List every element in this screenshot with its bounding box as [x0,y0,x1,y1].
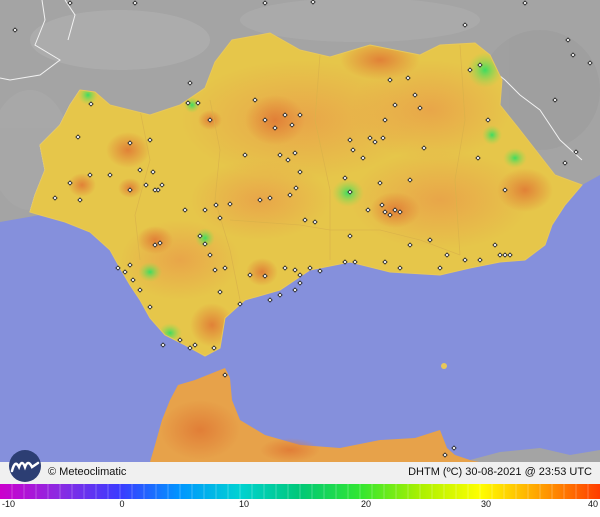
scale-tick-label: 0 [119,499,125,509]
scale-tick-label: -10 [2,499,16,509]
scale-tick-label: 20 [360,499,372,509]
meteoclimatic-logo-icon[interactable] [5,449,45,488]
temperature-map: © Meteoclimatic DHTM (ºC) 30-08-2021 @ 2… [0,0,600,517]
scale-tick-label: 40 [587,499,598,509]
map-canvas [0,0,600,484]
alboran-island [441,363,447,369]
temperature-color-scale [0,484,600,499]
map-info-label: DHTM (ºC) 30-08-2021 @ 23:53 UTC [408,466,592,478]
credit-label[interactable]: © Meteoclimatic [48,466,126,478]
scale-tick-label: 10 [238,499,250,509]
scale-labels: -10 0 10 20 30 40 [0,499,600,517]
scale-tick-label: 30 [480,499,492,509]
